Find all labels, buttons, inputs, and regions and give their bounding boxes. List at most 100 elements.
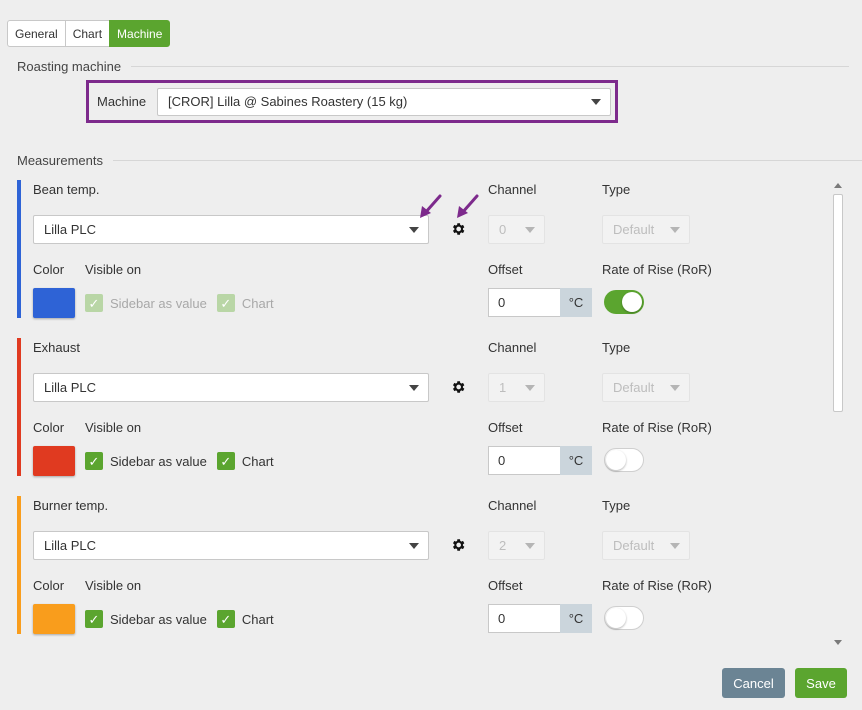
visible-on-options: ✓ Sidebar as value ✓ Chart bbox=[85, 452, 284, 470]
measurement-color-bar bbox=[17, 496, 21, 634]
channel-label: Channel bbox=[488, 182, 537, 197]
toggle-knob bbox=[622, 292, 642, 312]
chevron-down-icon bbox=[670, 542, 680, 549]
sidebar-checkbox[interactable]: ✓ bbox=[85, 452, 103, 470]
type-select[interactable]: Default bbox=[602, 531, 690, 560]
channel-value: 2 bbox=[499, 538, 507, 553]
channel-select[interactable]: 1 bbox=[488, 373, 545, 402]
measurement-exhaust: Exhaust Channel Type Lilla PLC 1 Default… bbox=[17, 338, 827, 476]
chart-checkbox-label: Chart bbox=[241, 295, 274, 311]
scroll-thumb[interactable] bbox=[833, 194, 843, 412]
scroll-up-icon[interactable] bbox=[834, 183, 842, 188]
ror-label: Rate of Rise (RoR) bbox=[602, 578, 712, 593]
machine-label: Machine bbox=[97, 94, 147, 109]
color-label: Color bbox=[33, 578, 65, 593]
color-label: Color bbox=[33, 420, 65, 435]
sidebar-checkbox[interactable]: ✓ bbox=[85, 294, 103, 312]
sidebar-checkbox-label: Sidebar as value bbox=[110, 453, 207, 469]
ror-toggle[interactable] bbox=[604, 290, 644, 314]
divider bbox=[131, 66, 850, 67]
unit-label: °C bbox=[560, 604, 592, 633]
offset-input[interactable] bbox=[488, 604, 560, 633]
offset-label: Offset bbox=[488, 262, 523, 277]
color-swatch[interactable] bbox=[33, 604, 75, 634]
ror-toggle[interactable] bbox=[604, 606, 644, 630]
offset-input[interactable] bbox=[488, 446, 560, 475]
color-swatch[interactable] bbox=[33, 288, 75, 318]
tab-machine[interactable]: Machine bbox=[109, 20, 171, 47]
chevron-down-icon bbox=[525, 542, 535, 549]
chevron-down-icon bbox=[409, 542, 419, 549]
cancel-button[interactable]: Cancel bbox=[722, 668, 785, 698]
chevron-down-icon bbox=[409, 226, 419, 233]
ror-toggle[interactable] bbox=[604, 448, 644, 472]
type-select[interactable]: Default bbox=[602, 215, 690, 244]
channel-value: 1 bbox=[499, 380, 507, 395]
color-label: Color bbox=[33, 262, 65, 277]
chart-checkbox[interactable]: ✓ bbox=[216, 452, 235, 470]
source-select-value: Lilla PLC bbox=[44, 222, 97, 237]
source-select[interactable]: Lilla PLC bbox=[33, 531, 429, 560]
machine-select[interactable]: [CROR] Lilla @ Sabines Roastery (15 kg) bbox=[157, 87, 611, 116]
type-value: Default bbox=[613, 222, 655, 237]
gear-icon[interactable] bbox=[450, 221, 466, 237]
machine-select-value: [CROR] Lilla @ Sabines Roastery (15 kg) bbox=[168, 94, 408, 109]
offset-field: °C bbox=[488, 288, 592, 317]
channel-select[interactable]: 0 bbox=[488, 215, 545, 244]
offset-label: Offset bbox=[488, 420, 523, 435]
unit-label: °C bbox=[560, 446, 592, 475]
channel-value: 0 bbox=[499, 222, 507, 237]
chart-checkbox[interactable]: ✓ bbox=[216, 610, 235, 628]
chevron-down-icon bbox=[525, 226, 535, 233]
color-swatch[interactable] bbox=[33, 446, 75, 476]
sidebar-checkbox[interactable]: ✓ bbox=[85, 610, 103, 628]
type-label: Type bbox=[602, 340, 631, 355]
save-button[interactable]: Save bbox=[795, 668, 847, 698]
gear-icon[interactable] bbox=[450, 537, 466, 553]
chevron-down-icon bbox=[591, 98, 601, 105]
chart-checkbox[interactable]: ✓ bbox=[216, 294, 235, 312]
roasting-machine-heading: Roasting machine bbox=[17, 59, 850, 74]
divider bbox=[112, 160, 862, 161]
measurements-title: Measurements bbox=[17, 153, 103, 168]
offset-input[interactable] bbox=[488, 288, 560, 317]
measurements-heading: Measurements bbox=[17, 153, 862, 168]
measurement-name: Exhaust bbox=[33, 340, 80, 355]
chevron-down-icon bbox=[525, 384, 535, 391]
source-select-value: Lilla PLC bbox=[44, 538, 97, 553]
sidebar-checkbox-label: Sidebar as value bbox=[110, 611, 207, 627]
type-select[interactable]: Default bbox=[602, 373, 690, 402]
annotation-arrow-icon bbox=[457, 194, 479, 218]
measurement-color-bar bbox=[17, 338, 21, 476]
roasting-machine-title: Roasting machine bbox=[17, 59, 122, 74]
chart-checkbox-label: Chart bbox=[241, 611, 274, 627]
tab-chart[interactable]: Chart bbox=[64, 20, 111, 47]
toggle-knob bbox=[606, 450, 626, 470]
type-label: Type bbox=[602, 182, 631, 197]
tab-bar: General Chart Machine bbox=[7, 20, 171, 47]
visible-on-label: Visible on bbox=[85, 262, 142, 277]
machine-selector-highlight: Machine [CROR] Lilla @ Sabines Roastery … bbox=[86, 80, 618, 123]
visible-on-label: Visible on bbox=[85, 578, 142, 593]
scroll-down-icon[interactable] bbox=[834, 640, 842, 645]
measurement-name: Bean temp. bbox=[33, 182, 100, 197]
gear-icon[interactable] bbox=[450, 379, 466, 395]
channel-select[interactable]: 2 bbox=[488, 531, 545, 560]
chart-checkbox-label: Chart bbox=[241, 453, 274, 469]
offset-field: °C bbox=[488, 604, 592, 633]
ror-label: Rate of Rise (RoR) bbox=[602, 420, 712, 435]
channel-label: Channel bbox=[488, 498, 537, 513]
sidebar-checkbox-label: Sidebar as value bbox=[110, 295, 207, 311]
measurement-burner-temp: Burner temp. Channel Type Lilla PLC 2 De… bbox=[17, 496, 827, 634]
chevron-down-icon bbox=[670, 226, 680, 233]
source-select[interactable]: Lilla PLC bbox=[33, 373, 429, 402]
channel-label: Channel bbox=[488, 340, 537, 355]
measurement-color-bar bbox=[17, 180, 21, 318]
type-value: Default bbox=[613, 380, 655, 395]
source-select[interactable]: Lilla PLC bbox=[33, 215, 429, 244]
measurements-scrollbar[interactable] bbox=[831, 180, 845, 648]
ror-label: Rate of Rise (RoR) bbox=[602, 262, 712, 277]
chevron-down-icon bbox=[670, 384, 680, 391]
tab-general[interactable]: General bbox=[7, 20, 66, 47]
offset-label: Offset bbox=[488, 578, 523, 593]
